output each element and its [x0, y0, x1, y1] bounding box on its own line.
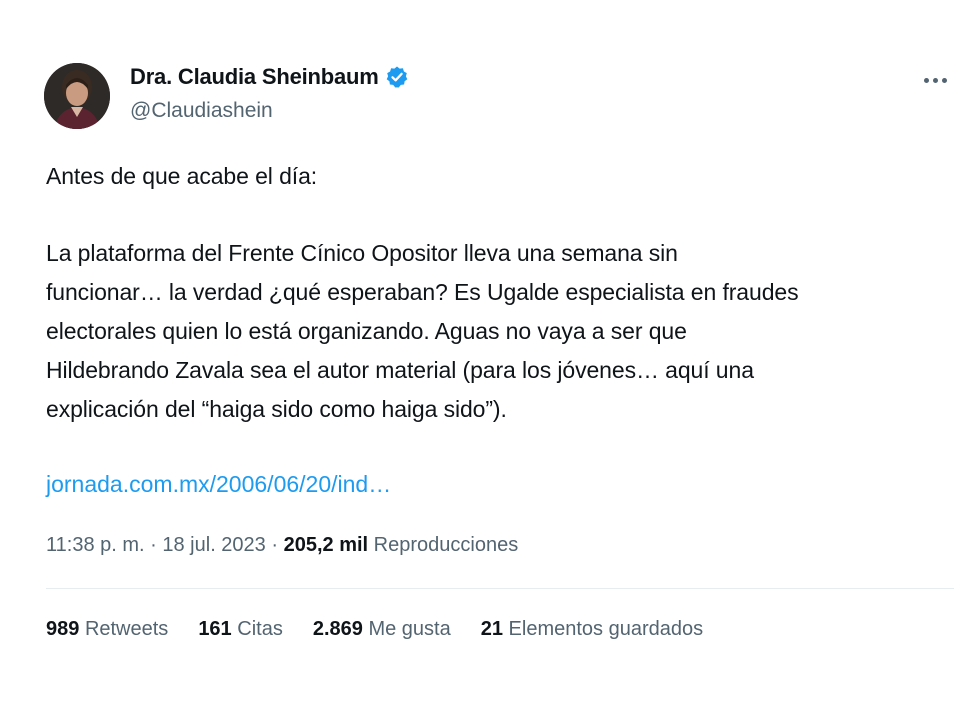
bookmarks-label: Elementos guardados: [508, 618, 704, 640]
more-dot: [923, 77, 929, 83]
likes-count: 2.869: [312, 618, 363, 640]
verified-badge-icon[interactable]: [385, 65, 409, 89]
author-name-row: Dra. Claudia Sheinbaum: [130, 64, 409, 90]
meta-separator: ·: [271, 534, 279, 556]
quotes-stat[interactable]: 161 Citas: [198, 618, 283, 641]
retweets-stat[interactable]: 989 Retweets: [46, 618, 168, 641]
more-dot: [941, 77, 947, 83]
author-handle[interactable]: @Claudiashein: [130, 99, 273, 123]
engagement-stats: 989 Retweets 161 Citas 2.869 Me gusta 21…: [46, 618, 703, 641]
quotes-label: Citas: [237, 618, 283, 640]
avatar-portrait-icon: [44, 63, 110, 129]
divider: [46, 588, 954, 589]
tweet-text-line: electorales quien lo está organizando. A…: [46, 318, 687, 344]
more-dot: [932, 77, 938, 83]
more-options-icon[interactable]: [918, 68, 952, 92]
tweet-text-line: explicación del “haiga sido como haiga s…: [46, 396, 507, 422]
tweet-link[interactable]: jornada.com.mx/2006/06/20/ind…: [46, 471, 391, 498]
author-display-name[interactable]: Dra. Claudia Sheinbaum: [130, 64, 379, 90]
tweet-meta: 11:38 p. m. · 18 jul. 2023 · 205,2 mil R…: [46, 534, 518, 557]
likes-label: Me gusta: [368, 618, 451, 640]
meta-separator: ·: [150, 534, 157, 556]
avatar[interactable]: [44, 63, 110, 129]
likes-stat[interactable]: 2.869 Me gusta: [313, 618, 451, 641]
tweet-text-line: funcionar… la verdad ¿qué esperaban? Es …: [46, 279, 799, 305]
tweet-card: Dra. Claudia Sheinbaum @Claudiashein Ant…: [0, 0, 979, 705]
tweet-time[interactable]: 11:38 p. m.: [46, 534, 145, 556]
tweet-date[interactable]: 18 jul. 2023: [162, 534, 265, 556]
views-count: 205,2 mil: [283, 534, 369, 556]
tweet-text-line: Antes de que acabe el día:: [46, 163, 318, 189]
bookmarks-stat[interactable]: 21 Elementos guardados: [481, 618, 703, 641]
tweet-text-line: Hildebrando Zavala sea el autor material…: [46, 357, 754, 383]
retweets-count: 989: [46, 618, 80, 640]
bookmarks-count: 21: [480, 618, 503, 640]
quotes-count: 161: [198, 618, 232, 640]
retweets-label: Retweets: [84, 618, 169, 640]
views-label: Reproducciones: [373, 534, 519, 556]
tweet-text-line: La plataforma del Frente Cínico Opositor…: [46, 240, 678, 266]
